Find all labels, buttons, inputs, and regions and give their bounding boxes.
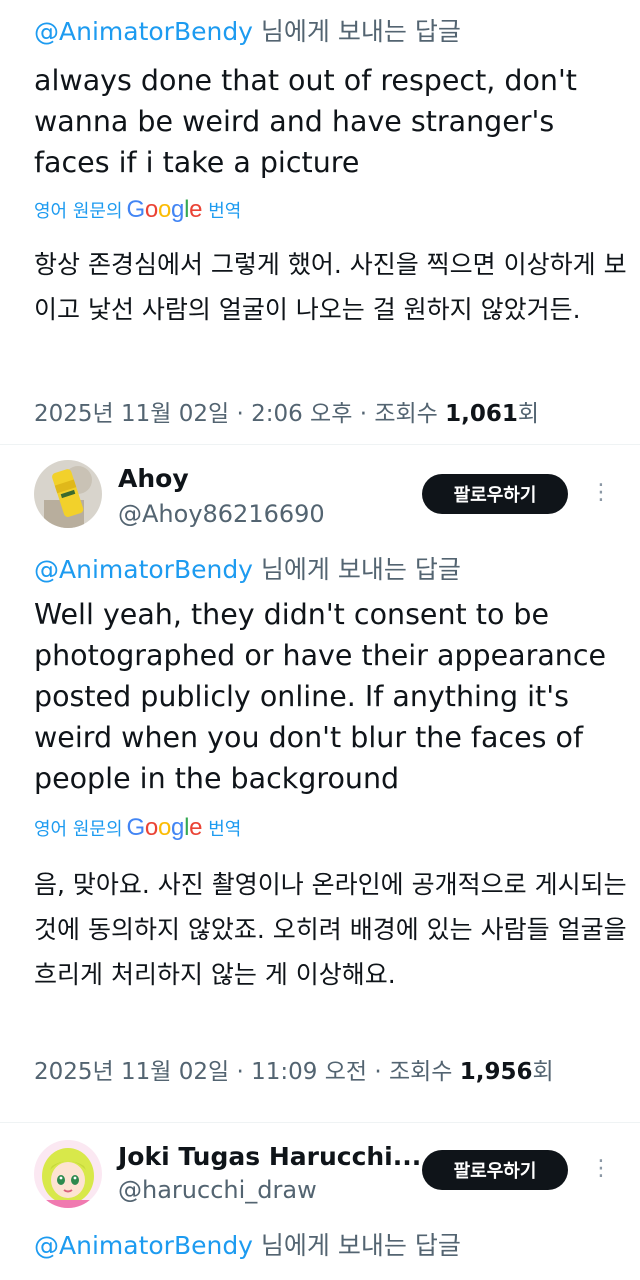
follow-button[interactable]: 팔로우하기 — [422, 1150, 568, 1190]
reply-mention-link[interactable]: @AnimatorBendy — [34, 555, 253, 584]
tweet-meta: 2025년 11월 02일 · 2:06 오후 · 조회수 1,061회 — [34, 394, 539, 428]
reply-to-suffix: 님에게 보내는 답글 — [252, 1231, 461, 1260]
reply-to-suffix: 님에게 보내는 답글 — [252, 17, 461, 46]
anime-girl-avatar-icon — [34, 1140, 102, 1208]
author-handle[interactable]: @Ahoy86216690 — [118, 500, 325, 528]
reply-to-line: @AnimatorBendy 님에게 보내는 답글 — [34, 12, 461, 48]
translated-text: 항상 존경심에서 그렇게 했어. 사진을 찍으면 이상하게 보이고 낯선 사람의… — [34, 250, 627, 324]
view-count: 1,956 — [459, 1059, 533, 1085]
yellow-can-avatar-icon — [34, 460, 102, 528]
google-logo: Google — [126, 814, 203, 841]
view-count: 1,061 — [445, 401, 518, 427]
more-options-icon[interactable]: ⋮ — [590, 1158, 612, 1180]
follow-button[interactable]: 팔로우하기 — [422, 474, 568, 514]
author-name[interactable]: Ahoy — [118, 464, 189, 493]
author-name[interactable]: Joki Tugas Harucchi... — [118, 1142, 421, 1171]
translate-prefix: 영어 원문의 — [34, 819, 123, 840]
reply-to-line: @AnimatorBendy 님에게 보내는 답글 — [34, 1226, 461, 1262]
translate-suffix: 번역 — [208, 819, 242, 840]
divider — [0, 444, 640, 445]
avatar[interactable] — [34, 1140, 102, 1208]
translate-suffix: 번역 — [208, 201, 242, 222]
reply-to-suffix: 님에게 보내는 답글 — [252, 555, 461, 584]
timestamp[interactable]: 2025년 11월 02일 · 11:09 오전 · 조회수 — [34, 1059, 460, 1085]
google-logo: Google — [126, 196, 203, 223]
avatar[interactable] — [34, 460, 102, 528]
more-options-icon[interactable]: ⋮ — [590, 482, 612, 504]
reply-mention-link[interactable]: @AnimatorBendy — [34, 1231, 253, 1260]
translate-prefix: 영어 원문의 — [34, 201, 123, 222]
tweet-text: Well yeah, they didn't consent to be pho… — [34, 598, 607, 795]
timestamp[interactable]: 2025년 11월 02일 · 2:06 오후 · 조회수 — [34, 401, 445, 427]
translate-link[interactable]: 영어 원문의 Google 번역 — [34, 814, 241, 842]
reply-mention-link[interactable]: @AnimatorBendy — [34, 17, 253, 46]
author-handle[interactable]: @harucchi_draw — [118, 1176, 317, 1204]
tweet-text: always done that out of respect, don't w… — [34, 64, 577, 179]
tweet-meta: 2025년 11월 02일 · 11:09 오전 · 조회수 1,956회 — [34, 1052, 554, 1086]
view-suffix: 회 — [517, 401, 540, 427]
translate-link[interactable]: 영어 원문의 Google 번역 — [34, 196, 241, 224]
divider — [0, 1122, 640, 1123]
translated-text: 음, 맞아요. 사진 촬영이나 온라인에 공개적으로 게시되는 것에 동의하지 … — [34, 870, 627, 989]
view-suffix: 회 — [532, 1059, 554, 1085]
reply-to-line: @AnimatorBendy 님에게 보내는 답글 — [34, 550, 461, 586]
